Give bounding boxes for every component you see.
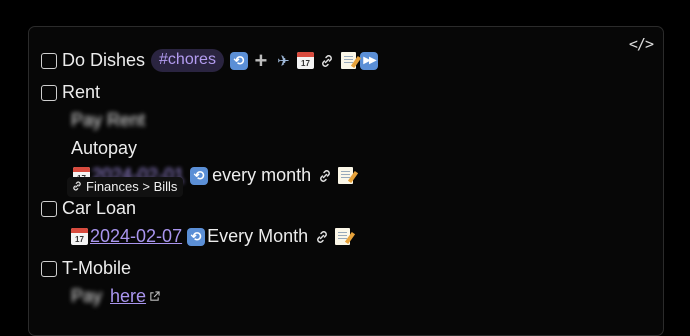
tooltip-text: Finances > Bills [86, 179, 178, 194]
repeat-icon: ⟲ [187, 227, 206, 246]
task-note-line: Pay here [71, 286, 160, 307]
link-icon [73, 181, 81, 191]
plus-icon: + [254, 47, 268, 73]
memo-icon[interactable] [338, 167, 359, 184]
task-checkbox[interactable] [41, 52, 57, 69]
memo-icon[interactable] [340, 52, 362, 69]
airplane-icon: ✈ [277, 52, 290, 70]
task-checkbox[interactable] [41, 200, 57, 217]
tag-chores[interactable]: #chores [151, 49, 224, 72]
redacted-text: Pay [71, 286, 103, 306]
task-meta-line: 17 2024-02-07 ⟲ Every Month [71, 226, 356, 247]
task-row: T-Mobile [41, 258, 131, 279]
repeat-icon: ⟲ [190, 166, 209, 185]
task-title: Rent [62, 82, 101, 102]
calendar-icon: 17 [296, 52, 314, 69]
link-icon[interactable] [318, 51, 337, 70]
link-icon[interactable] [312, 227, 331, 246]
repeat-icon: ⟲ [229, 51, 248, 70]
task-title: Car Loan [62, 198, 137, 218]
task-note-line: Autopay [71, 138, 137, 159]
task-row: Do Dishes #chores ⟲ + ✈ 17 ▶▶ [41, 47, 380, 73]
task-note-line: Pay Rent [71, 110, 145, 131]
task-title: T-Mobile [62, 258, 132, 278]
task-row: Car Loan [41, 198, 136, 219]
calendar-icon: 17 [71, 228, 88, 245]
autopay-label: Autopay [71, 138, 138, 158]
memo-icon[interactable] [335, 228, 356, 245]
external-link-icon [150, 291, 160, 301]
due-date-link[interactable]: 2024-02-07 [90, 226, 182, 247]
task-checkbox[interactable] [41, 260, 57, 277]
task-row: Rent [41, 82, 100, 103]
file-path-tooltip: Finances > Bills [67, 177, 184, 197]
redacted-text: Pay Rent [71, 110, 146, 130]
fast-forward-icon: ▶▶ [359, 51, 378, 70]
task-query-panel: </> Do Dishes #chores ⟲ + ✈ 17 ▶▶ Rent P… [28, 26, 664, 336]
recurrence-text: every month [212, 165, 312, 185]
link-icon[interactable] [315, 166, 334, 185]
here-link[interactable]: here [110, 286, 146, 307]
recurrence-text: Every Month [207, 226, 309, 246]
task-title: Do Dishes [62, 50, 146, 70]
task-checkbox[interactable] [41, 84, 57, 101]
code-toggle-icon[interactable]: </> [629, 35, 654, 53]
